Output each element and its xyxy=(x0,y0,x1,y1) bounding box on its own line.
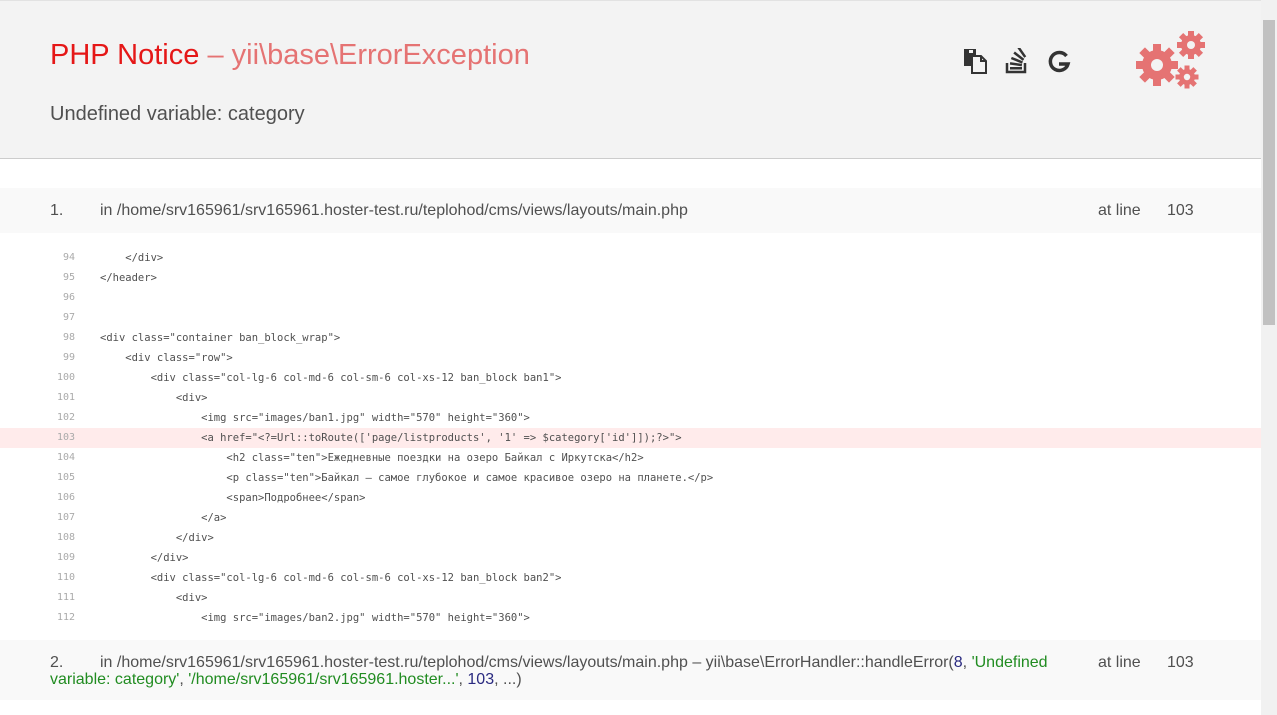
call-tail: , ...) xyxy=(494,671,522,688)
call-arg: 8 xyxy=(953,654,963,671)
scrollbar-thumb[interactable] xyxy=(1263,20,1275,325)
line-number: 103 xyxy=(56,432,75,443)
code-line: 99 <div class="row"> xyxy=(0,348,1261,368)
error-page: PHP Notice – yii\base\ErrorException Und… xyxy=(0,0,1261,715)
line-number: 96 xyxy=(62,292,75,303)
code-text: <div> xyxy=(100,392,208,404)
code-line: 107 </a> xyxy=(0,508,1261,528)
code-line: 109 </div> xyxy=(0,548,1261,568)
code-line: 112 <img src="images/ban2.jpg" width="57… xyxy=(0,608,1261,628)
line-number: 107 xyxy=(56,512,75,523)
line-number: 109 xyxy=(56,552,75,563)
call-item-2: 2. in /home/srv165961/srv165961.hoster-t… xyxy=(0,640,1261,700)
call-arg: 103 xyxy=(467,671,495,688)
line-number: 106 xyxy=(56,492,75,503)
call-stack: 1. in /home/srv165961/srv165961.hoster-t… xyxy=(0,188,1261,700)
code-text: <a href="<?=Url::toRoute(['page/listprod… xyxy=(100,432,682,444)
gears-icon xyxy=(1136,31,1205,89)
code-text: <span>Подробнее</span> xyxy=(100,492,366,504)
line-number: 94 xyxy=(62,252,75,263)
code-line: 96 xyxy=(0,288,1261,308)
call-arg-separator: , xyxy=(962,654,972,671)
code-line-error: 103 <a href="<?=Url::toRoute(['page/list… xyxy=(0,428,1261,448)
tools-bar xyxy=(962,47,1072,75)
at-line-label: at line xyxy=(1098,654,1141,671)
code-text: <div class="col-lg-6 col-md-6 col-sm-6 c… xyxy=(100,372,562,384)
google-icon[interactable] xyxy=(1046,47,1072,75)
code-line: 101 <div> xyxy=(0,388,1261,408)
code-line: 95 </header> xyxy=(0,268,1261,288)
line-number: 102 xyxy=(56,412,75,423)
code-line: 98 <div class="container ban_block_wrap"> xyxy=(0,328,1261,348)
line-number: 111 xyxy=(56,592,75,603)
call-arg-separator: , xyxy=(179,671,189,688)
code-text: </header> xyxy=(100,272,157,284)
error-header: PHP Notice – yii\base\ErrorException Und… xyxy=(0,0,1261,159)
title-separator: – xyxy=(207,39,224,71)
code-text: </div> xyxy=(100,532,214,544)
call-arg: '/home/srv165961/srv165961.hoster...' xyxy=(188,671,459,688)
call-file-path: in /home/srv165961/srv165961.hoster-test… xyxy=(100,202,688,219)
error-type: PHP Notice xyxy=(50,39,200,71)
code-text: <p class="ten">Байкал — самое глубокое и… xyxy=(100,472,714,484)
call-line-number: 103 xyxy=(1167,654,1194,671)
copy-icon[interactable] xyxy=(962,47,988,75)
call-signature: in /home/srv165961/srv165961.hoster-test… xyxy=(50,654,1060,688)
code-line: 105 <p class="ten">Байкал — самое глубок… xyxy=(0,468,1261,488)
code-snippet: 94 </div> 95 </header> 96 97 98 <div class="co… xyxy=(0,233,1261,640)
code-line: 106 <span>Подробнее</span> xyxy=(0,488,1261,508)
vertical-scrollbar[interactable] xyxy=(1261,0,1277,715)
call-item-1: 1. in /home/srv165961/srv165961.hoster-t… xyxy=(0,188,1261,640)
code-line: 102 <img src="images/ban1.jpg" width="57… xyxy=(0,408,1261,428)
code-text: <div class="container ban_block_wrap"> xyxy=(100,332,341,344)
error-title: PHP Notice – yii\base\ErrorException xyxy=(50,39,530,72)
at-line-label: at line xyxy=(1098,202,1141,219)
code-text: </div> xyxy=(100,552,189,564)
code-text: <h2 class="ten">Ежедневные поездки на оз… xyxy=(100,452,644,464)
error-message: Undefined variable: category xyxy=(50,103,305,125)
line-number: 97 xyxy=(62,312,75,323)
code-text: </div> xyxy=(100,252,164,264)
code-line: 110 <div class="col-lg-6 col-md-6 col-sm… xyxy=(0,568,1261,588)
code-text: <div class="row"> xyxy=(100,352,233,364)
code-text: </a> xyxy=(100,512,227,524)
line-number: 105 xyxy=(56,472,75,483)
code-line: 94 </div> xyxy=(0,248,1261,268)
code-text: <div> xyxy=(100,592,208,604)
call-header[interactable]: 1. in /home/srv165961/srv165961.hoster-t… xyxy=(0,188,1261,233)
line-number: 98 xyxy=(62,332,75,343)
stackoverflow-icon[interactable] xyxy=(1004,47,1030,75)
line-number: 101 xyxy=(56,392,75,403)
line-number: 99 xyxy=(62,352,75,363)
code-text: <img src="images/ban2.jpg" width="570" h… xyxy=(100,612,530,624)
code-line: 104 <h2 class="ten">Ежедневные поездки н… xyxy=(0,448,1261,468)
code-text: <img src="images/ban1.jpg" width="570" h… xyxy=(100,412,530,424)
line-number: 110 xyxy=(56,572,75,583)
exception-class: yii\base\ErrorException xyxy=(231,39,530,71)
line-number: 108 xyxy=(56,532,75,543)
line-number: 95 xyxy=(62,272,75,283)
call-header[interactable]: 2. in /home/srv165961/srv165961.hoster-t… xyxy=(0,640,1261,700)
line-number: 104 xyxy=(56,452,75,463)
call-file-path: in /home/srv165961/srv165961.hoster-test… xyxy=(100,654,954,671)
line-number: 112 xyxy=(56,612,75,623)
code-line: 100 <div class="col-lg-6 col-md-6 col-sm… xyxy=(0,368,1261,388)
line-number: 100 xyxy=(56,372,75,383)
code-line: 111 <div> xyxy=(0,588,1261,608)
call-number: 1. xyxy=(50,202,64,219)
call-line-number: 103 xyxy=(1167,202,1194,219)
code-text: <div class="col-lg-6 col-md-6 col-sm-6 c… xyxy=(100,572,562,584)
code-line: 97 xyxy=(0,308,1261,328)
code-line: 108 </div> xyxy=(0,528,1261,548)
